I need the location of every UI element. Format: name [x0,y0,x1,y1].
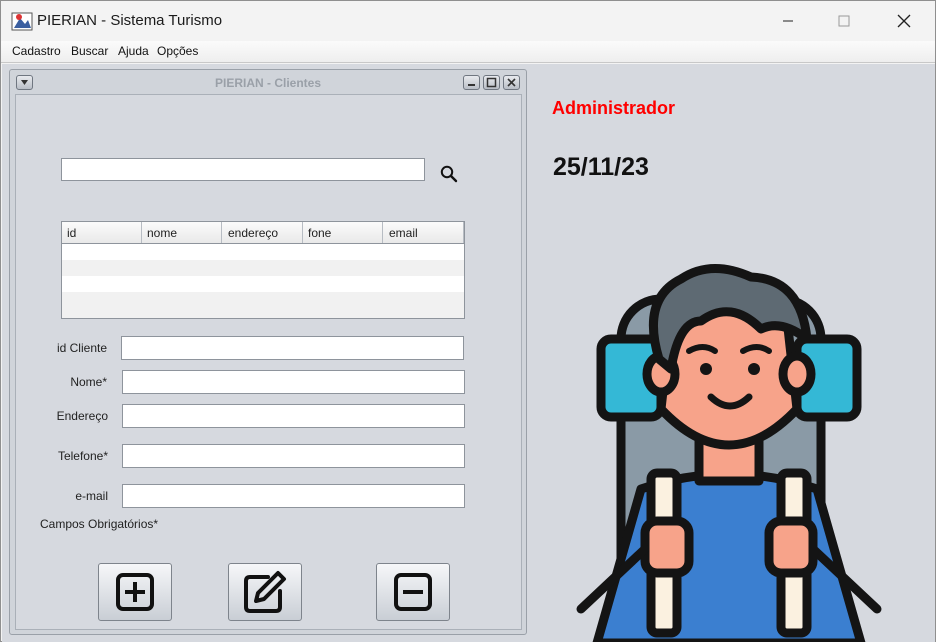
nome-field[interactable] [122,370,465,394]
table-row[interactable] [62,292,464,308]
table-row[interactable] [62,244,464,260]
table-row[interactable] [62,260,464,276]
date-label: 25/11/23 [553,153,649,181]
user-role-label: Administrador [552,98,676,118]
menu-buscar[interactable]: Buscar [71,44,108,58]
maximize-icon [838,15,850,27]
id-cliente-label: id Cliente [56,341,107,355]
minimize-icon [468,84,475,86]
add-client-button[interactable] [98,563,172,621]
remove-client-button[interactable] [376,563,450,621]
menu-cadastro[interactable]: Cadastro [12,44,61,58]
close-button[interactable] [881,1,927,41]
table-header: id nome endereço fone email [62,222,464,244]
title-bar[interactable]: PIERIAN - Sistema Turismo [1,1,935,41]
menu-opcoes[interactable]: Opções [157,44,198,58]
close-icon [897,14,911,28]
endereco-field[interactable] [122,404,465,428]
telefone-label: Telefone* [57,449,108,463]
clients-frame-title: PIERIAN - Clientes [214,76,322,90]
close-icon [507,78,516,87]
clients-table[interactable]: id nome endereço fone email [61,221,465,319]
backpacker-illustration [576,264,882,642]
menu-ajuda[interactable]: Ajuda [118,44,149,58]
edit-icon [244,571,286,613]
nome-label: Nome* [70,375,107,389]
edit-client-button[interactable] [228,563,302,621]
endereco-label: Endereço [56,409,108,423]
java-app-icon [11,10,33,32]
remove-icon [394,573,432,611]
window-title: PIERIAN - Sistema Turismo [37,12,223,29]
id-cliente-field[interactable] [121,336,464,360]
frame-maximize-button[interactable] [483,75,500,90]
table-row[interactable] [62,276,464,292]
clients-frame-titlebar[interactable]: PIERIAN - Clientes [14,73,522,91]
column-header-fone[interactable]: fone [303,222,383,243]
frame-minimize-button[interactable] [463,75,480,90]
menu-bar: Cadastro Buscar Ajuda Opções [1,41,935,63]
column-header-id[interactable]: id [62,222,142,243]
maximize-icon [486,77,497,88]
email-label: e-mail [75,489,108,503]
maximize-button[interactable] [821,1,867,41]
frame-close-button[interactable] [503,75,520,90]
minimize-icon [783,20,793,22]
column-header-nome[interactable]: nome [142,222,222,243]
search-input[interactable] [61,158,425,181]
telefone-field[interactable] [122,444,465,468]
search-icon[interactable] [440,165,458,183]
minimize-button[interactable] [765,1,811,41]
email-field[interactable] [122,484,465,508]
column-header-endereco[interactable]: endereço [223,222,303,243]
column-header-email[interactable]: email [384,222,464,243]
required-fields-note: Campos Obrigatórios* [40,517,159,531]
main-window: PIERIAN - Sistema Turismo Cadastro Busca… [0,0,936,642]
add-icon [116,573,154,611]
